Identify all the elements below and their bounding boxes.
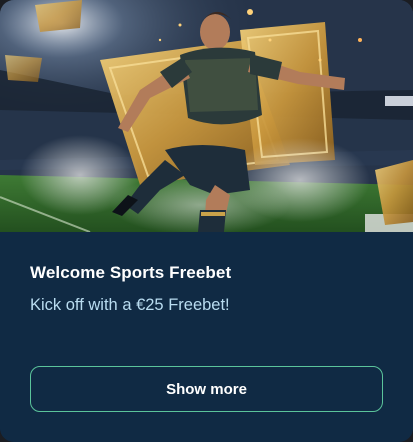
show-more-button[interactable]: Show more (30, 366, 383, 412)
promo-card: Welcome Sports Freebet Kick off with a €… (0, 0, 413, 442)
promo-content: Welcome Sports Freebet Kick off with a €… (0, 232, 413, 442)
hero-illustration (0, 0, 413, 232)
promo-subtitle: Kick off with a €25 Freebet! (30, 296, 230, 314)
promo-title: Welcome Sports Freebet (30, 263, 232, 282)
promo-hero-image (0, 0, 413, 232)
